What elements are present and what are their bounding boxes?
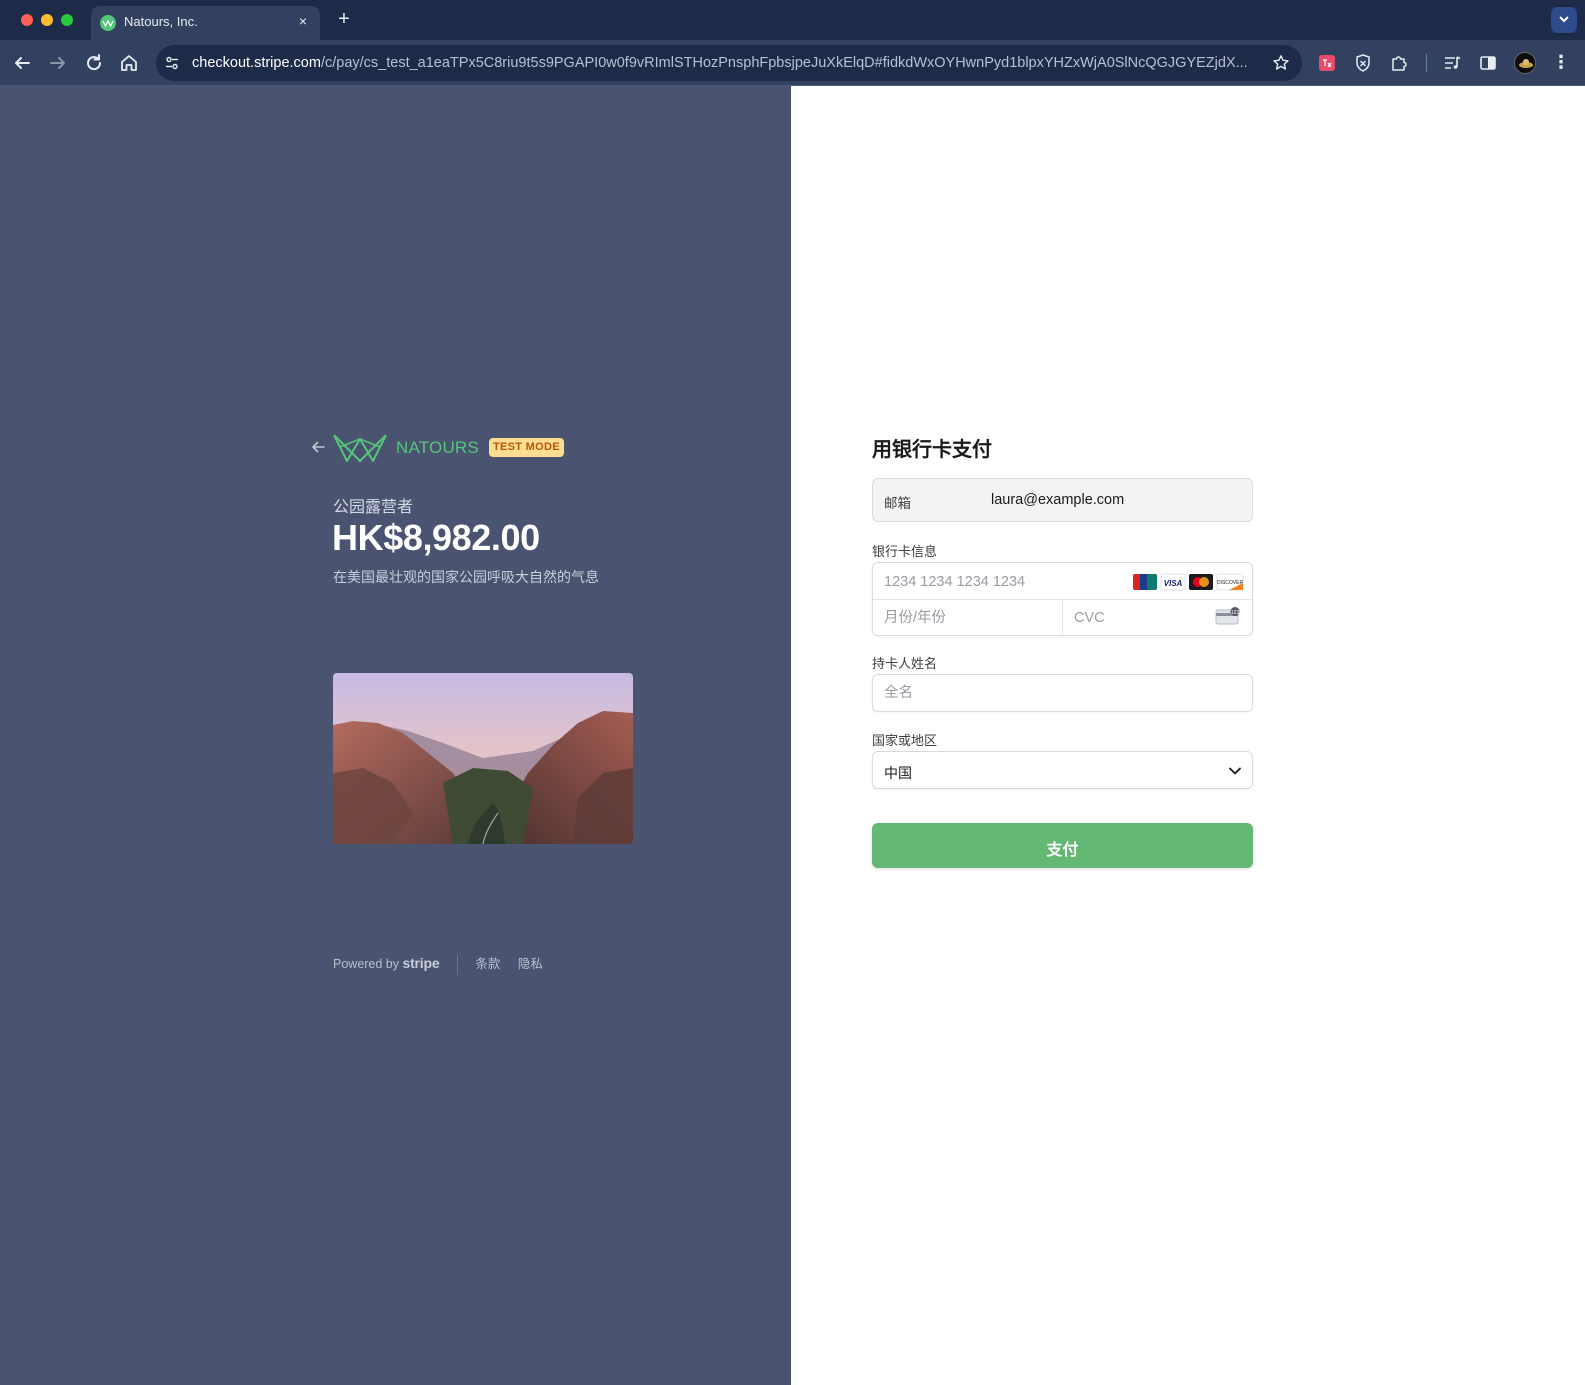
new-tab-button[interactable]: + [332,8,356,32]
back-arrow-icon[interactable] [10,51,34,75]
product-name: 公园露营者 [333,499,414,516]
address-bar[interactable]: checkout.stripe.com/c/pay/cs_test_a1eaTP… [156,45,1302,81]
terms-link[interactable]: 条款 [475,957,500,971]
card-info-group: VISA DISCOVER 123 [872,562,1253,636]
privacy-link[interactable]: 隐私 [518,957,543,971]
cvc-input[interactable] [1074,608,1204,628]
stripe-logo[interactable]: stripe [403,955,440,971]
shield-extension-icon[interactable] [1352,52,1374,74]
url-host: checkout.stripe.com [192,55,321,71]
star-icon[interactable] [1272,54,1290,72]
reload-icon[interactable] [82,51,106,75]
cardholder-name-input[interactable] [872,674,1253,712]
home-icon[interactable] [117,51,141,75]
forward-arrow-icon[interactable] [46,51,70,75]
form-title: 用银行卡支付 [872,439,992,461]
natours-favicon-icon [100,15,116,31]
tab-title: Natours, Inc. [124,14,198,29]
test-mode-badge: TEST MODE [489,438,564,457]
powered-by-label: Powered by [333,957,400,971]
reading-list-icon[interactable] [1441,52,1463,74]
back-arrow-icon[interactable] [310,439,326,455]
puzzle-icon[interactable] [1388,52,1410,74]
footer-divider [456,954,458,975]
email-label: 邮箱 [884,496,911,511]
card-col-divider [1062,600,1063,635]
card-brands-icon: VISA DISCOVER [1133,573,1244,591]
browser-menu-icon[interactable]: ⋮ [1552,52,1570,72]
svg-text:VISA: VISA [1164,579,1183,588]
browser-tab-bar: Natours, Inc. × + [0,0,1585,40]
checkout-footer: Powered by stripe 条款 隐私 [333,953,557,975]
total-price: HK$8,982.00 [332,517,540,558]
browser-tab[interactable]: Natours, Inc. × [91,6,320,40]
side-panel-icon[interactable] [1477,52,1499,74]
url-text: checkout.stripe.com/c/pay/cs_test_a1eaTP… [192,55,1252,71]
expiry-input[interactable] [884,608,1054,628]
country-select[interactable]: 中国 [872,751,1253,789]
pay-button[interactable]: 支付 [872,823,1253,868]
chevron-down-icon [1229,767,1241,775]
country-value: 中国 [884,765,912,781]
natours-logo-icon[interactable] [333,431,387,463]
pay-button-label: 支付 [1046,842,1079,859]
tab-search-button[interactable] [1551,7,1577,33]
window-zoom-button[interactable] [61,14,73,26]
product-description: 在美国最壮观的国家公园呼吸大自然的气息 [333,569,599,585]
window-close-button[interactable] [21,14,33,26]
email-value: laura@example.com [991,492,1125,508]
cardholder-name-label: 持卡人姓名 [872,656,938,671]
country-label: 国家或地区 [872,733,938,748]
profile-avatar-icon[interactable] [1514,52,1536,74]
card-number-input[interactable] [884,572,1124,592]
tab-close-icon[interactable]: × [294,12,312,30]
url-path: /c/pay/cs_test_a1eaTPx5C8riu9t5s9PGAPI0w… [320,55,1248,71]
email-field[interactable]: 邮箱 laura@example.com [872,478,1253,522]
product-image [333,673,633,844]
browser-toolbar: checkout.stripe.com/c/pay/cs_test_a1eaTP… [0,40,1585,86]
card-info-label: 银行卡信息 [872,544,938,559]
toolbar-divider [1426,54,1427,72]
cvc-card-icon: 123 [1215,607,1240,625]
translate-extension-icon[interactable] [1316,52,1338,74]
window-minimize-button[interactable] [41,14,53,26]
svg-text:123: 123 [1231,610,1240,616]
tune-icon[interactable] [164,55,180,71]
chevron-down-icon [1559,16,1569,23]
brand-name[interactable]: NATOURS [396,438,479,458]
